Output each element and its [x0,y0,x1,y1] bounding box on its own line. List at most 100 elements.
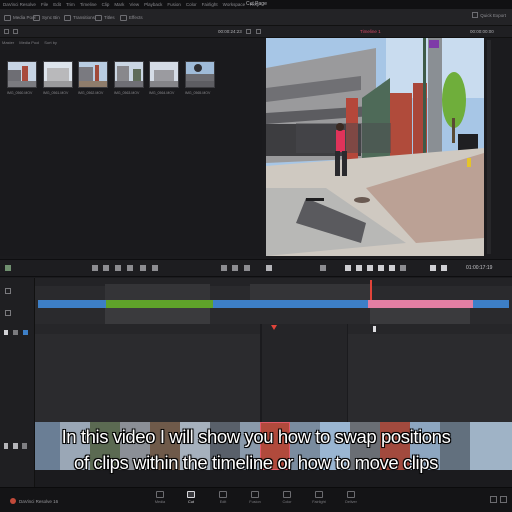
clip-thumbnail[interactable] [185,61,215,88]
menu-color[interactable]: Color [186,2,197,7]
breadcrumb-media-pool[interactable]: Media Pool [19,40,39,45]
camera-icon[interactable] [13,330,18,335]
loop-icon[interactable] [400,265,406,271]
clip-thumbnail[interactable] [149,61,179,88]
lock-icon[interactable] [4,330,8,335]
app-name[interactable]: DaVinci Resolve [3,2,36,7]
page-tab-color[interactable]: Color [277,491,297,504]
overview-segment [105,308,210,324]
media-pool-icon [4,14,11,21]
detail-ruler[interactable] [35,324,260,334]
viewer-frame [266,38,484,256]
clip-thumbnail[interactable] [43,61,73,88]
breadcrumb-sort[interactable]: Sort by [44,40,57,45]
page-tab-fusion[interactable]: Fusion [245,491,265,504]
menu-clip[interactable]: Clip [102,2,110,7]
page-tab-edit[interactable]: Edit [213,491,233,504]
skip-back-icon[interactable] [345,265,351,271]
insert-icon[interactable] [221,265,227,271]
titles-button[interactable]: Titles [95,12,115,23]
timeline-clip[interactable] [368,300,473,308]
blade-icon[interactable] [92,265,98,271]
clip-thumbnail[interactable] [78,61,108,88]
zoom-icon[interactable] [5,310,11,316]
overview-segment [250,284,370,300]
ripple-icon[interactable] [244,265,250,271]
play-icon[interactable] [378,265,384,271]
viewer-scrollbar[interactable] [487,40,491,254]
trim-icon[interactable] [127,265,133,271]
page-tab-media[interactable]: Media [150,491,170,504]
page-tab-fairlight[interactable]: Fairlight [309,491,329,504]
clip-thumbnail-image [79,62,107,87]
audio-icon[interactable] [320,265,326,271]
color-page-icon [283,491,291,498]
clip-thumbnail[interactable] [114,61,144,88]
track-visibility-icon[interactable] [23,330,28,335]
sync-bin-icon [33,14,40,21]
page-tab-cut[interactable]: Cut [181,491,201,504]
media-pool-panel: IMG_0560.MOV IMG_0561.MOV IMG_0562.MOV I… [0,50,262,256]
settings-gear-icon[interactable] [500,496,507,503]
media-pool-button[interactable]: Media Pool [4,12,36,23]
menu-fairlight[interactable]: Fairlight [202,2,218,7]
video-viewer[interactable] [266,38,484,256]
page-tab-label: Deliver [345,500,357,504]
menu-mark[interactable]: Mark [114,2,124,7]
detail-timeline-left[interactable] [35,324,260,422]
detail-timeline-right[interactable] [348,324,512,422]
sync-bin-button[interactable]: Sync Bin [33,12,60,23]
timeline-clip[interactable] [213,300,368,308]
menu-fusion[interactable]: Fusion [167,2,181,7]
timeline-clip[interactable] [473,300,509,308]
transition-icon[interactable] [140,265,146,271]
viewer-mode-icon[interactable] [246,29,251,34]
timeline-clip[interactable] [106,300,213,308]
transitions-button[interactable]: Transitions [64,12,95,23]
menu-trim[interactable]: Trim [66,2,75,7]
timeline-clip[interactable] [38,300,106,308]
menu-playback[interactable]: Playback [144,2,162,7]
page-tab-deliver[interactable]: Deliver [341,491,361,504]
track-settings-icon[interactable] [5,288,11,294]
menu-timeline[interactable]: Timeline [80,2,97,7]
append-icon[interactable] [232,265,238,271]
list-view-icon[interactable] [13,29,18,34]
transitions-icon [64,14,71,21]
timeline-name[interactable]: Timeline 1 [360,29,381,34]
settings-icon[interactable] [266,265,272,271]
page-tab-label: Cut [188,500,194,504]
next-clip-icon[interactable] [441,265,447,271]
effects-button[interactable]: Effects [120,12,143,23]
menu-view[interactable]: View [129,2,139,7]
breadcrumb-master[interactable]: Master [2,40,14,45]
menu-edit[interactable]: Edit [53,2,61,7]
tools-icon[interactable] [5,265,11,271]
quick-export-button[interactable]: Quick Export [472,12,506,18]
playhead-timecode: 01:00:17:19 [466,265,493,271]
source-timecode: 00:00:24:23 [218,29,242,34]
deliver-page-icon [347,491,355,498]
stop-icon[interactable] [367,265,373,271]
detail-playhead-marker[interactable] [271,325,277,330]
titles-icon [95,14,102,21]
detail-timeline-gap[interactable] [262,324,347,422]
menu-file[interactable]: File [41,2,48,7]
grid-view-icon[interactable] [4,29,9,34]
clip-thumbnail[interactable] [7,61,37,88]
play-reverse-icon[interactable] [356,265,362,271]
page-tab-label: Fusion [249,500,261,504]
safe-area-icon[interactable] [256,29,261,34]
prev-clip-icon[interactable] [430,265,436,271]
subtitle-line-2: of clips within the timeline or how to m… [74,452,438,473]
quick-export-label: Quick Export [480,12,506,18]
clip-name: IMG_0560.MOV [7,91,33,95]
clip-name: IMG_0564.MOV [149,91,175,95]
marker-icon[interactable] [152,265,158,271]
skip-forward-icon[interactable] [389,265,395,271]
home-icon[interactable] [490,496,497,503]
clip-name: IMG_0563.MOV [114,91,140,95]
menu-workspace[interactable]: Workspace [223,2,245,7]
snap-icon[interactable] [103,265,109,271]
link-icon[interactable] [115,265,121,271]
